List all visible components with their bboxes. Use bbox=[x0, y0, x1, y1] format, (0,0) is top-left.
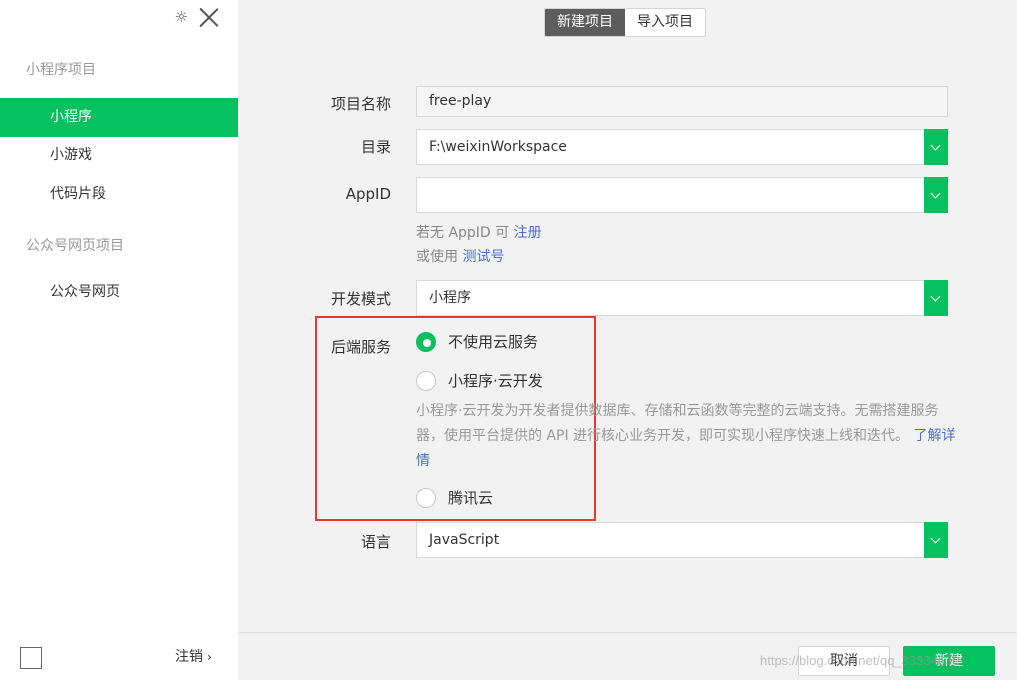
dev-mode-label: 开发模式 bbox=[330, 290, 391, 308]
appid-label: AppID bbox=[345, 185, 391, 203]
sidebar-item-label: 代码片段 bbox=[50, 186, 106, 202]
gear-icon[interactable]: ☼ bbox=[175, 7, 188, 27]
sidebar-item-miniprogram[interactable]: 小程序 bbox=[0, 98, 238, 137]
test-account-hint: 或使用 测试号 bbox=[416, 246, 504, 266]
logout-button[interactable]: 注销 › bbox=[175, 646, 212, 666]
radio-label: 腾讯云 bbox=[448, 489, 494, 507]
dev-mode-value: 小程序 bbox=[429, 290, 471, 306]
tab-new-project[interactable]: 新建项目 bbox=[545, 9, 625, 36]
chevron-down-icon[interactable] bbox=[924, 280, 948, 316]
chevron-down-icon[interactable] bbox=[924, 129, 948, 165]
radio-label: 小程序·云开发 bbox=[448, 372, 543, 390]
radio-tencent-cloud[interactable]: 腾讯云 bbox=[416, 487, 493, 508]
directory-label: 目录 bbox=[360, 138, 391, 156]
sidebar-item-label: 公众号网页 bbox=[50, 284, 120, 300]
project-tabs: 新建项目 导入项目 bbox=[544, 8, 706, 37]
window-controls: ☼ bbox=[175, 6, 220, 28]
chevron-down-icon[interactable] bbox=[924, 522, 948, 558]
sidebar: ☼ 小程序项目 小程序 小游戏 代码片段 公众号网页项目 公众号网页 注销 › bbox=[0, 0, 238, 680]
create-button[interactable]: 新建 bbox=[903, 646, 995, 676]
chevron-down-icon[interactable] bbox=[924, 177, 948, 213]
radio-label: 不使用云服务 bbox=[448, 333, 539, 351]
directory-select[interactable]: F:\weixinWorkspace bbox=[416, 129, 948, 165]
sidebar-item-label: 小游戏 bbox=[50, 147, 92, 163]
register-link[interactable]: 注册 bbox=[514, 225, 542, 241]
sidebar-item-code-snippet[interactable]: 代码片段 bbox=[0, 175, 238, 214]
appid-hint: 若无 AppID 可 注册 bbox=[416, 222, 542, 242]
appid-select[interactable] bbox=[416, 177, 948, 213]
cancel-button[interactable]: 取消 bbox=[798, 646, 890, 676]
directory-value: F:\weixinWorkspace bbox=[429, 139, 567, 155]
radio-no-cloud[interactable]: 不使用云服务 bbox=[416, 331, 538, 352]
radio-button[interactable] bbox=[416, 487, 436, 508]
chevron-right-icon: › bbox=[207, 650, 212, 664]
description-text: 小程序·云开发为开发者提供数据库、存储和云函数等完整的云端支持。无需搭建服务器，… bbox=[416, 403, 939, 444]
footer-bar: 取消 新建 https://blog.csdn.net/qq_33334639 bbox=[238, 632, 1017, 680]
backend-label: 后端服务 bbox=[330, 338, 391, 356]
project-name-input[interactable]: free-play bbox=[416, 86, 948, 117]
close-icon[interactable] bbox=[198, 6, 220, 28]
sidebar-item-official-web[interactable]: 公众号网页 bbox=[0, 273, 238, 312]
tab-import-project[interactable]: 导入项目 bbox=[625, 9, 705, 36]
sidebar-item-minigame[interactable]: 小游戏 bbox=[0, 136, 238, 175]
radio-button[interactable] bbox=[416, 370, 436, 391]
section-title-official: 公众号网页项目 bbox=[26, 238, 124, 254]
cloud-dev-description: 小程序·云开发为开发者提供数据库、存储和云函数等完整的云端支持。无需搭建服务器，… bbox=[416, 399, 956, 474]
radio-cloud-dev[interactable]: 小程序·云开发 bbox=[416, 370, 543, 391]
language-value: JavaScript bbox=[429, 532, 500, 548]
sidebar-item-label: 小程序 bbox=[50, 109, 92, 125]
language-select[interactable]: JavaScript bbox=[416, 522, 948, 558]
logout-label: 注销 bbox=[175, 649, 203, 665]
remember-checkbox[interactable] bbox=[20, 647, 42, 669]
language-label: 语言 bbox=[360, 533, 391, 551]
section-title-miniprogram: 小程序项目 bbox=[26, 62, 96, 78]
dev-mode-select[interactable]: 小程序 bbox=[416, 280, 948, 316]
main-panel: 新建项目 导入项目 项目名称 free-play 目录 F:\weixinWor… bbox=[238, 0, 1017, 680]
radio-button-checked[interactable] bbox=[416, 331, 436, 352]
test-hint-text: 或使用 bbox=[416, 249, 463, 265]
test-account-link[interactable]: 测试号 bbox=[462, 249, 504, 265]
project-name-label: 项目名称 bbox=[330, 95, 391, 113]
appid-hint-text: 若无 AppID 可 bbox=[416, 225, 514, 241]
